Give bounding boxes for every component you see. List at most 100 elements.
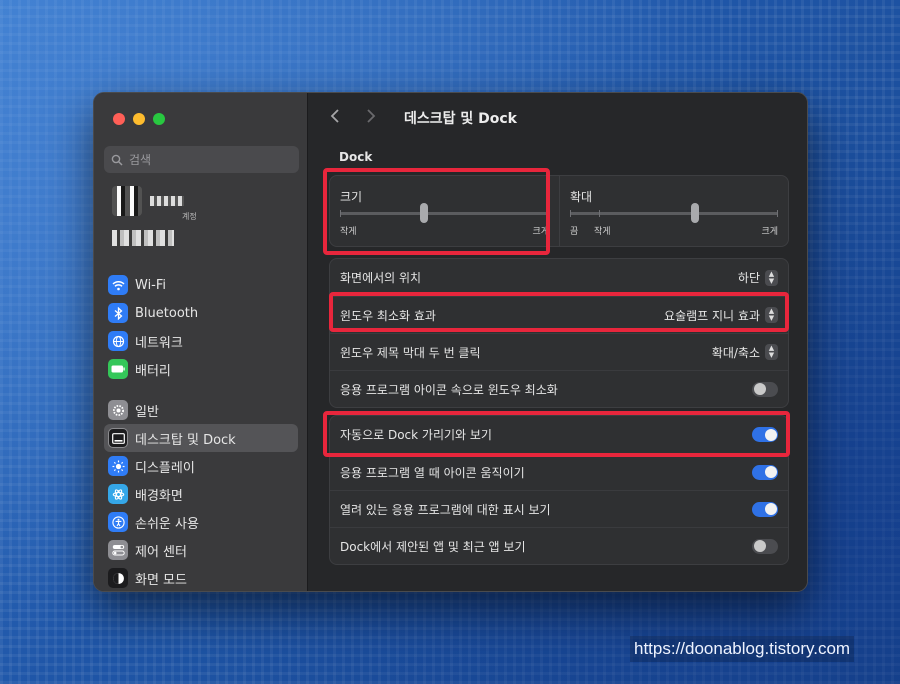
avatar [112,186,142,216]
magnify-slider-group: 확대 끔 작게 크게 [559,176,788,246]
setting-row-show-indicators[interactable]: 열려 있는 응용 프로그램에 대한 표시 보기 [330,490,788,527]
sidebar-item-label: 디스플레이 [135,460,195,476]
family-redacted [112,230,174,246]
magnify-slider-knob[interactable] [690,203,699,223]
settings-group-2: 자동으로 Dock 가리기와 보기 응용 프로그램 열 때 아이콘 움직이기 열… [329,415,789,565]
appearance-icon [108,568,128,588]
size-max-label: 크게 [532,227,549,237]
sidebar-item-label: 손쉬운 사용 [135,516,199,532]
minimize-effect-popup[interactable]: 요술램프 지니 효과 ▲ ▼ [664,307,778,324]
sidebar-item-accessibility[interactable]: 손쉬운 사용 [104,508,298,536]
updown-chevron-icon: ▲ ▼ [765,307,778,323]
sidebar-item-label: 배터리 [135,363,171,379]
sidebar-item-wifi[interactable]: Wi-Fi [104,271,298,299]
setting-label: 열려 있는 응용 프로그램에 대한 표시 보기 [340,502,551,517]
sidebar: 검색 계정 Wi-Fi Bluetooth 네트워크 배터리 일반 데스크탑 및… [94,93,308,591]
account-name-redacted [150,196,184,206]
section-title-dock: Dock [339,150,373,164]
size-min-label: 작게 [340,227,357,237]
gear-icon [108,400,128,420]
close-button[interactable] [113,113,125,125]
sidebar-item-label: 제어 센터 [135,544,187,560]
size-label: 크기 [340,190,363,204]
sidebar-item-label: Bluetooth [135,305,199,321]
forward-button[interactable] [366,108,402,129]
account-sub-label: 계정 [182,212,197,221]
back-button[interactable] [330,108,366,129]
updown-chevron-icon: ▲ ▼ [765,344,778,360]
autohide-toggle[interactable] [752,427,778,442]
settings-group-1: 화면에서의 위치 하단 ▲ ▼ 윈도우 최소화 효과 요술램프 지니 효과 ▲ ▼ … [329,258,789,408]
sidebar-item-label: 배경화면 [135,488,183,504]
minimize-button[interactable] [133,113,145,125]
main-pane: 데스크탑 및 Dock Dock 크기 작게 크게 확대 끔 작게 크게 화면에… [308,93,807,591]
nav-group-system: 일반 데스크탑 및 Dock 디스플레이 배경화면 손쉬운 사용 제어 센터 화… [94,396,308,591]
sidebar-item-label: 데스크탑 및 Dock [135,432,236,448]
sidebar-item-wallpaper[interactable]: 배경화면 [104,480,298,508]
setting-row-animate-opening[interactable]: 응용 프로그램 열 때 아이콘 움직이기 [330,453,788,490]
sidebar-item-label: 네트워크 [135,335,183,351]
magnify-max-label: 크게 [761,227,778,237]
sidebar-item-label: 일반 [135,404,159,420]
watermark-text: https://doonablog.tistory.com [630,636,855,662]
battery-icon [108,359,128,379]
accessibility-icon [108,512,128,532]
chevron-right-icon [367,108,376,123]
setting-label: Dock에서 제안된 앱 및 최근 앱 보기 [340,539,526,554]
setting-row-minimize-into-icon[interactable]: 응용 프로그램 아이콘 속으로 윈도우 최소화 [330,370,788,407]
magnify-slider[interactable] [570,203,778,223]
sidebar-item-bluetooth[interactable]: Bluetooth [104,299,298,327]
window-controls [113,113,165,125]
sidebar-item-appearance[interactable]: 화면 모드 [104,564,298,591]
setting-row-minimize-effect[interactable]: 윈도우 최소화 효과 요술램프 지니 효과 ▲ ▼ [330,296,788,333]
popup-value: 확대/축소 [711,345,760,360]
suggested-apps-toggle[interactable] [752,538,778,554]
slider-card: 크기 작게 크게 확대 끔 작게 크게 [329,175,789,247]
chevron-left-icon [330,108,339,123]
toolbar: 데스크탑 및 Dock [308,93,807,143]
zoom-button[interactable] [153,113,165,125]
magnify-min-label: 작게 [594,227,611,237]
account-section[interactable]: 계정 [112,185,197,246]
sun-icon [108,456,128,476]
sidebar-item-label: Wi-Fi [135,277,167,293]
search-placeholder: 검색 [129,153,152,167]
setting-row-suggested-apps[interactable]: Dock에서 제안된 앱 및 최근 앱 보기 [330,527,788,564]
position-popup[interactable]: 하단 ▲ ▼ [738,269,778,286]
setting-label: 응용 프로그램 아이콘 속으로 윈도우 최소화 [340,382,558,397]
sidebar-item-battery[interactable]: 배터리 [104,355,298,383]
wifi-icon [108,275,128,295]
setting-label: 윈도우 제목 막대 두 번 클릭 [340,345,481,360]
magnify-off-label: 끔 [570,227,579,237]
globe-icon [108,331,128,351]
nav-group-network: Wi-Fi Bluetooth 네트워크 배터리 [94,271,308,383]
sidebar-item-desktop-dock[interactable]: 데스크탑 및 Dock [104,424,298,452]
setting-row-autohide[interactable]: 자동으로 Dock 가리기와 보기 [330,416,788,453]
sidebar-item-displays[interactable]: 디스플레이 [104,452,298,480]
search-input[interactable]: 검색 [104,146,299,173]
flower-icon [108,484,128,504]
size-slider[interactable] [340,203,549,223]
dock-icon [108,428,128,448]
setting-row-title-double-click[interactable]: 윈도우 제목 막대 두 번 클릭 확대/축소 ▲ ▼ [330,333,788,370]
popup-value: 요술램프 지니 효과 [664,308,760,323]
sidebar-item-control-center[interactable]: 제어 센터 [104,536,298,564]
updown-chevron-icon: ▲ ▼ [765,269,778,286]
sidebar-item-network[interactable]: 네트워크 [104,327,298,355]
title-double-click-popup[interactable]: 확대/축소 ▲ ▼ [712,344,778,361]
switches-icon [108,540,128,560]
popup-value: 하단 [737,271,760,285]
sidebar-item-general[interactable]: 일반 [104,396,298,424]
minimize-into-icon-toggle[interactable] [752,381,778,397]
setting-label: 윈도우 최소화 효과 [340,308,436,323]
page-title: 데스크탑 및 Dock [404,111,517,127]
setting-label: 자동으로 Dock 가리기와 보기 [340,428,492,442]
show-indicators-toggle[interactable] [752,501,778,517]
setting-row-position[interactable]: 화면에서의 위치 하단 ▲ ▼ [330,259,788,296]
setting-label: 화면에서의 위치 [340,271,422,285]
size-slider-group: 크기 작게 크게 [330,176,559,246]
sidebar-item-label: 화면 모드 [135,572,187,588]
search-icon [111,154,123,166]
size-slider-knob[interactable] [419,203,428,223]
animate-opening-toggle[interactable] [752,464,778,480]
